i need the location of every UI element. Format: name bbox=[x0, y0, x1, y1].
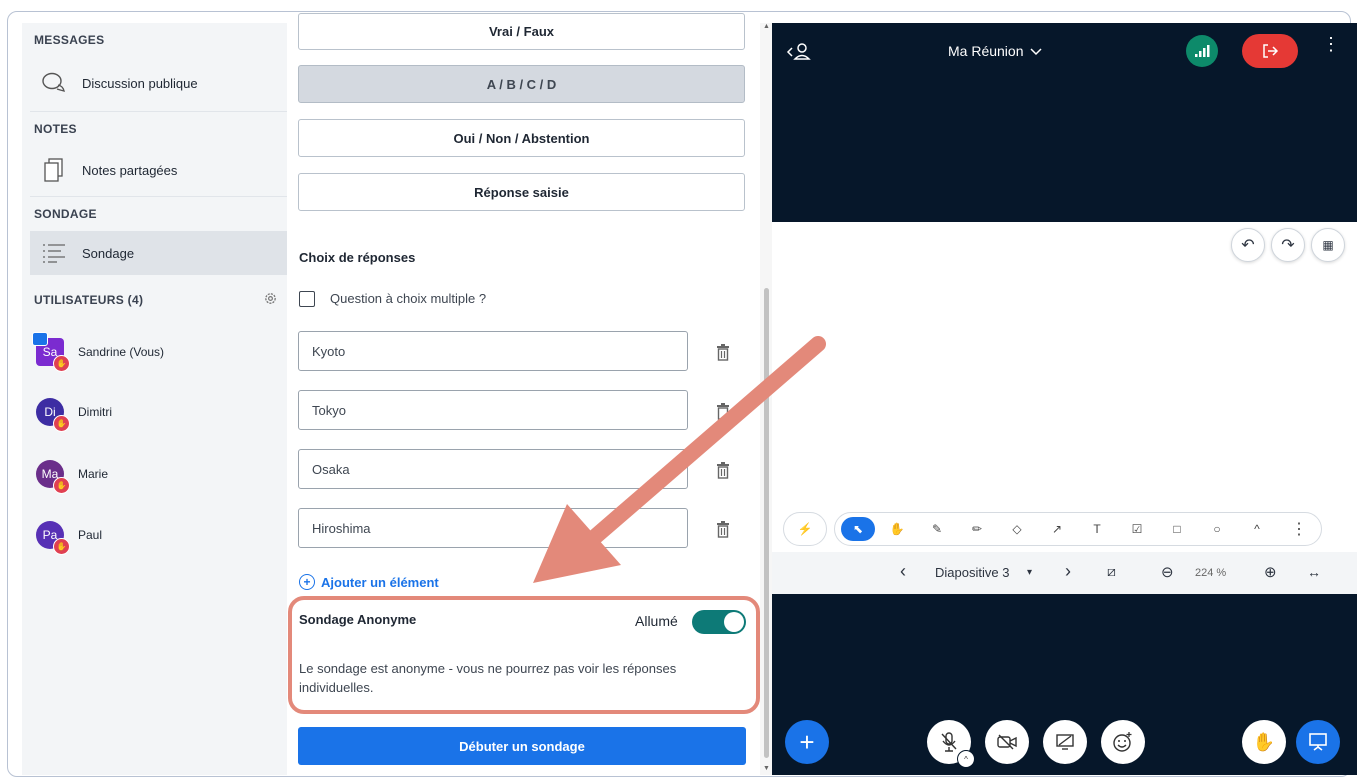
annotation-arrow bbox=[533, 336, 826, 583]
